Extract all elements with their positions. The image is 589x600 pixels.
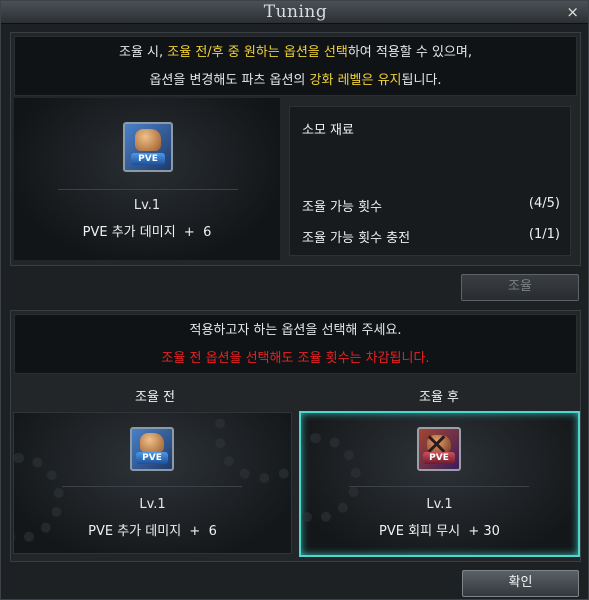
part-option: PVE 추가 데미지 + 6 bbox=[82, 225, 212, 240]
tune-recharge-value: (1/1) bbox=[528, 227, 560, 242]
pve-fist-icon: PVE bbox=[130, 427, 174, 471]
after-option: PVE 회피 무시 + 30 bbox=[379, 524, 500, 539]
pve-no-dodge-icon: ✕ PVE bbox=[417, 427, 461, 471]
before-option-slot[interactable]: PVE Lv.1 PVE 추가 데미지 + 6 bbox=[13, 412, 292, 554]
title-bar[interactable]: Tuning × bbox=[1, 1, 588, 24]
divider bbox=[62, 486, 242, 487]
top-notice-line-2: 옵션을 변경해도 파츠 옵션의 강화 레벨은 유지됩니다. bbox=[149, 73, 442, 88]
materials-box: 소모 재료 조율 가능 횟수 (4/5) 조율 가능 횟수 충전 (1/1) bbox=[289, 106, 571, 256]
bottom-notice-warning: 조율 전 옵션을 선택해도 조율 횟수는 차감됩니다. bbox=[161, 351, 430, 366]
before-level: Lv.1 bbox=[139, 497, 166, 512]
tune-count-label: 조율 가능 횟수 bbox=[302, 200, 383, 215]
divider bbox=[349, 486, 529, 487]
top-notice-line-1: 조율 시, 조율 전/후 중 원하는 옵션을 선택하여 적용할 수 있으며, bbox=[119, 45, 472, 60]
gear-decoration bbox=[214, 413, 291, 483]
tune-count-value: (4/5) bbox=[528, 196, 560, 211]
after-title: 조율 후 bbox=[418, 390, 459, 405]
bottom-notice-line-1: 적용하고자 하는 옵션을 선택해 주세요. bbox=[189, 323, 402, 338]
bottom-notice: 적용하고자 하는 옵션을 선택해 주세요. 조율 전 옵션을 선택해도 조율 횟… bbox=[14, 314, 577, 374]
after-option-slot[interactable]: ✕ PVE Lv.1 PVE 회피 무시 + 30 bbox=[299, 411, 580, 557]
tune-button[interactable]: 조율 bbox=[461, 274, 579, 301]
before-title: 조율 전 bbox=[134, 390, 175, 405]
top-notice: 조율 시, 조율 전/후 중 원하는 옵션을 선택하여 적용할 수 있으며, 옵… bbox=[14, 36, 577, 96]
confirm-button[interactable]: 확인 bbox=[462, 570, 579, 597]
before-option: PVE 추가 데미지 + 6 bbox=[88, 524, 217, 539]
materials-title: 소모 재료 bbox=[302, 123, 354, 138]
close-icon[interactable]: × bbox=[566, 3, 579, 21]
tune-recharge-label: 조율 가능 횟수 충전 bbox=[302, 231, 411, 246]
after-level: Lv.1 bbox=[426, 497, 453, 512]
part-level: Lv.1 bbox=[133, 198, 161, 213]
pve-fist-icon: PVE bbox=[123, 122, 173, 172]
window-title: Tuning bbox=[263, 2, 328, 22]
divider bbox=[58, 189, 238, 190]
part-card: PVE Lv.1 PVE 추가 데미지 + 6 bbox=[14, 98, 280, 260]
